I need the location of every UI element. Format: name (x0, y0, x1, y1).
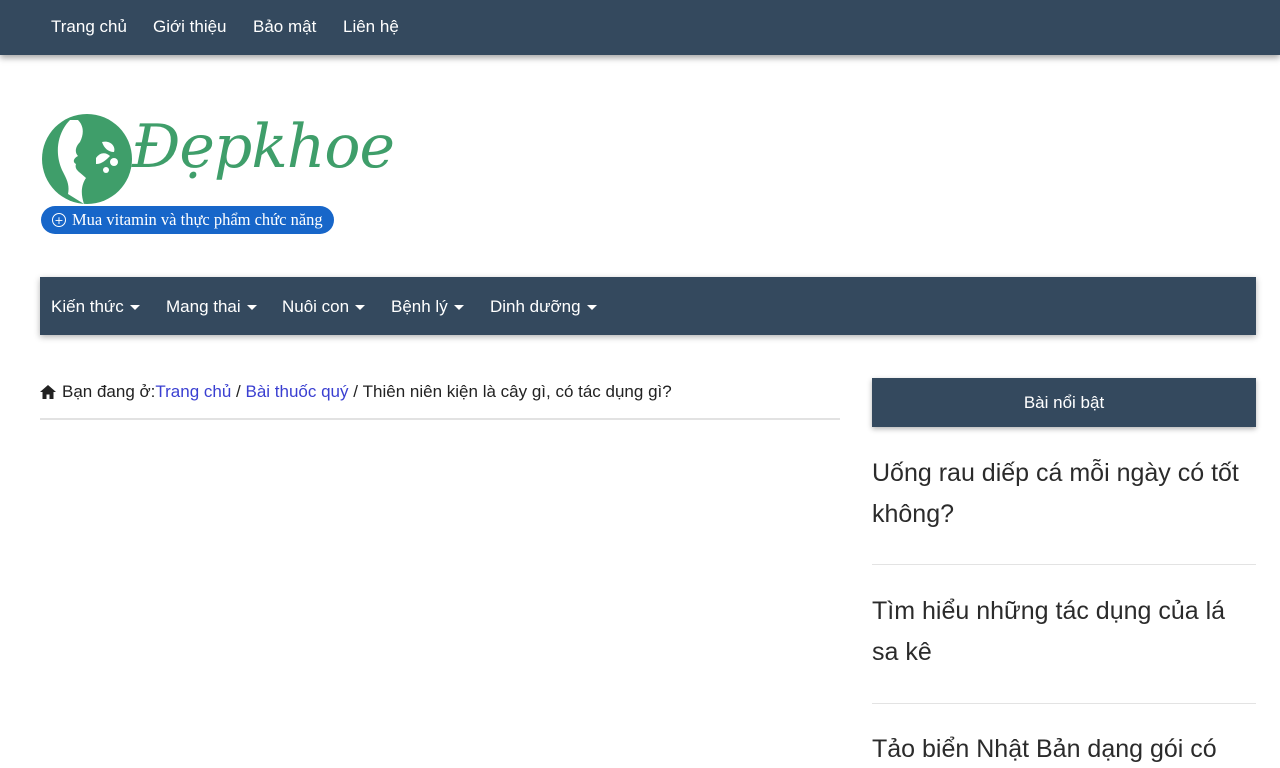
breadcrumb: Bạn đang ở: Trang chủ / Bài thuốc quý / … (40, 382, 672, 402)
nav-parenting[interactable]: Nuôi con (282, 297, 366, 317)
nav-pregnancy-label: Mang thai (166, 297, 241, 316)
woman-face-icon (42, 114, 132, 204)
breadcrumb-separator: / (348, 382, 363, 401)
post-title-line: Tảo biển Nhật Bản dạng gói có (872, 735, 1217, 763)
top-navbar: Trang chủ Giới thiệu Bảo mật Liên hệ (0, 0, 1280, 55)
nav-knowledge-label: Kiến thức (51, 297, 124, 316)
top-nav-home[interactable]: Trang chủ (51, 17, 127, 37)
nav-disease-label: Bệnh lý (391, 297, 448, 316)
nav-pregnancy[interactable]: Mang thai (166, 297, 257, 317)
top-nav-contact[interactable]: Liên hệ (343, 17, 399, 37)
breadcrumb-separator: / (231, 382, 246, 401)
nav-knowledge[interactable]: Kiến thức (51, 297, 140, 317)
caret-down-icon (129, 304, 140, 310)
home-icon (40, 385, 56, 399)
caret-down-icon (453, 304, 464, 310)
sidebar-title: Bài nổi bật (872, 378, 1256, 427)
buy-vitamin-button[interactable]: + Mua vitamin và thực phẩm chức năng (41, 206, 334, 234)
post-title-line: sa kê (872, 638, 932, 666)
nav-parenting-label: Nuôi con (282, 297, 350, 316)
caret-down-icon (355, 304, 366, 310)
main-navbar: Kiến thức Mang thai Nuôi con Bệnh lý Din… (40, 277, 1256, 335)
post-title-line: Tìm hiểu những tác dụng của lá (872, 597, 1226, 625)
post-divider (872, 703, 1256, 704)
featured-post-link[interactable]: Tảo biển Nhật Bản dạng gói có (872, 729, 1256, 768)
breadcrumb-prefix: Bạn đang ở: (62, 382, 156, 401)
breadcrumb-divider (40, 418, 840, 420)
featured-post-link[interactable]: Uống rau diếp cá mỗi ngày có tốt không? (872, 453, 1256, 535)
featured-post-link[interactable]: Tìm hiểu những tác dụng của lá sa kê (872, 591, 1256, 673)
breadcrumb-current: Thiên niên kiện là cây gì, có tác dụng g… (362, 382, 672, 401)
breadcrumb-category-link[interactable]: Bài thuốc quý (245, 382, 348, 402)
nav-nutrition-label: Dinh dưỡng (490, 297, 581, 316)
post-divider (872, 564, 1256, 565)
post-title-line: Uống rau diếp cá mỗi ngày có tốt (872, 459, 1239, 487)
nav-disease[interactable]: Bệnh lý (391, 297, 464, 317)
buy-vitamin-label: Mua vitamin và thực phẩm chức năng (72, 210, 323, 229)
plus-circle-icon: + (52, 213, 66, 227)
top-nav-privacy[interactable]: Bảo mật (253, 17, 316, 37)
nav-nutrition[interactable]: Dinh dưỡng (490, 297, 597, 317)
breadcrumb-home-link[interactable]: Trang chủ (155, 382, 231, 402)
logo-text: Đẹpkhoe (132, 112, 395, 182)
caret-down-icon (246, 304, 257, 310)
post-title-line: không? (872, 500, 955, 528)
top-nav-about[interactable]: Giới thiệu (153, 17, 227, 37)
caret-down-icon (586, 304, 597, 310)
